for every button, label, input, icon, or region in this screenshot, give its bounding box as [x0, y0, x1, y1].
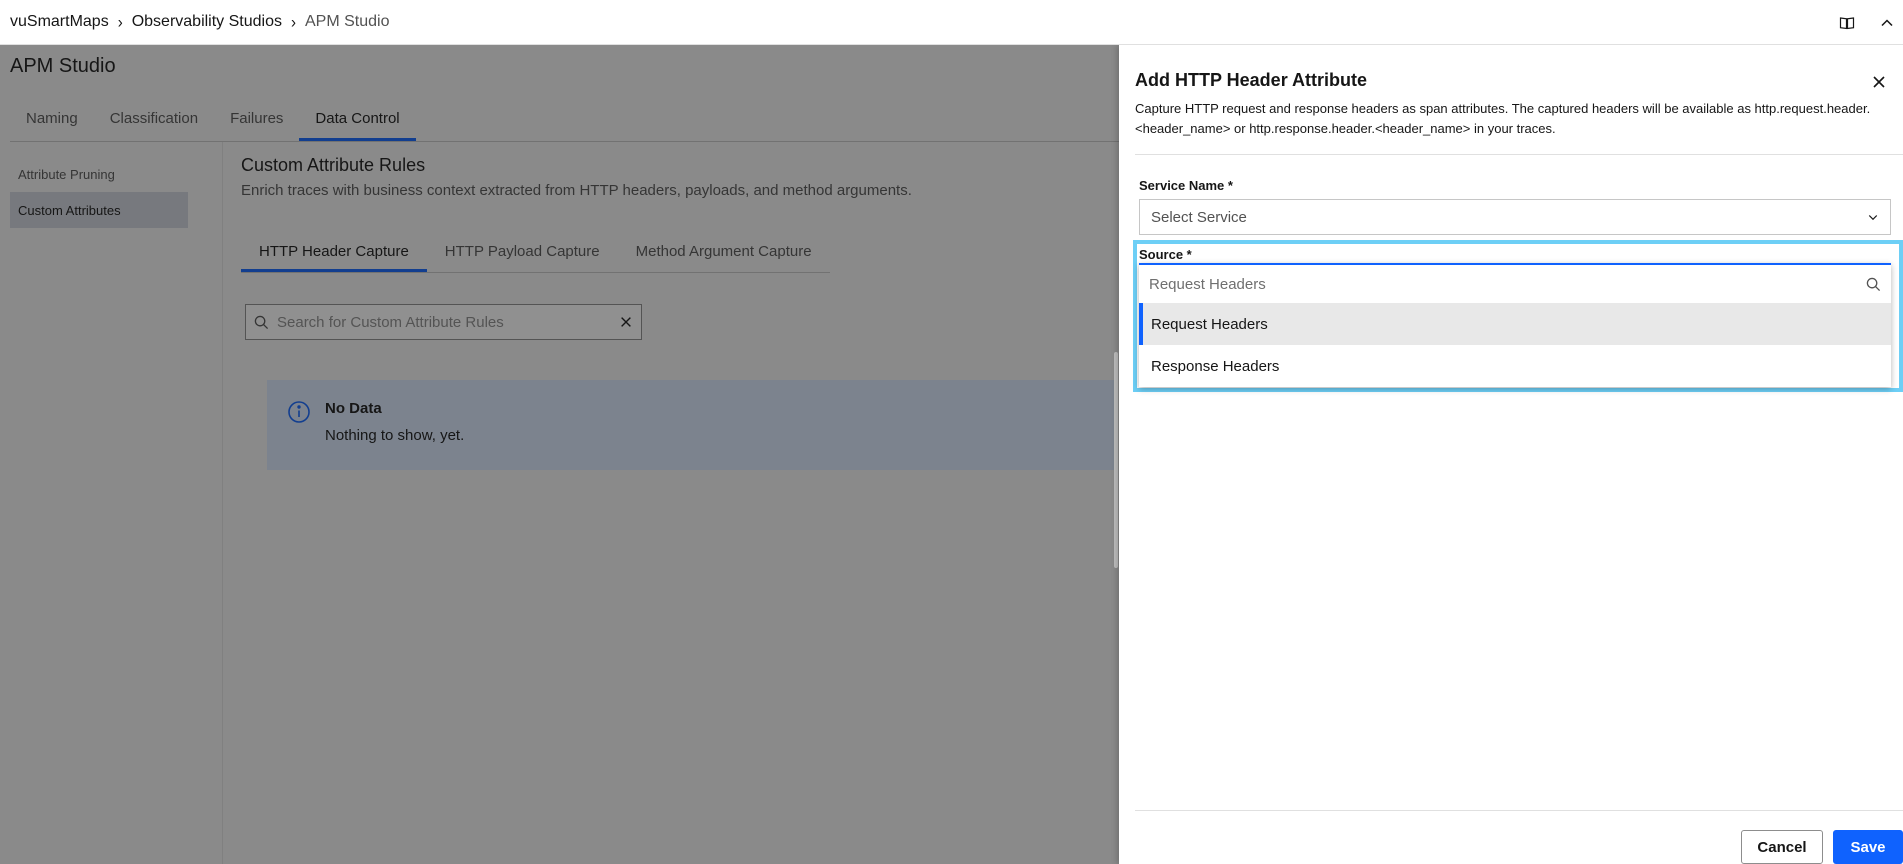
chevron-right-icon: ›	[117, 12, 123, 32]
service-name-value: Select Service	[1151, 208, 1247, 226]
top-bar: vuSmartMaps › Observability Studios › AP…	[0, 0, 1903, 45]
close-icon[interactable]	[1867, 70, 1891, 94]
footer-divider	[1135, 810, 1903, 811]
cancel-button[interactable]: Cancel	[1741, 830, 1823, 864]
divider	[1135, 154, 1903, 155]
option-request-headers[interactable]: Request Headers	[1139, 303, 1891, 345]
add-http-header-drawer: Add HTTP Header Attribute Capture HTTP r…	[1119, 45, 1903, 864]
book-icon[interactable]	[1831, 7, 1863, 39]
breadcrumb-observability-studios[interactable]: Observability Studios	[132, 13, 282, 31]
chevron-down-icon	[1868, 215, 1878, 221]
service-name-select[interactable]: Select Service	[1139, 199, 1891, 235]
source-combobox: Request Headers Response Headers	[1139, 263, 1891, 387]
source-combobox-input[interactable]	[1139, 265, 1891, 303]
drawer-description: Capture HTTP request and response header…	[1135, 101, 1871, 136]
chevron-up-icon[interactable]	[1871, 7, 1903, 39]
source-label: Source *	[1139, 247, 1192, 262]
drawer-title: Add HTTP Header Attribute	[1135, 70, 1368, 90]
chevron-right-icon: ›	[291, 12, 296, 32]
breadcrumb-apm-studio: APM Studio	[305, 13, 390, 30]
save-button[interactable]: Save	[1833, 830, 1903, 864]
breadcrumb-vusmartmaps[interactable]: vuSmartMaps	[10, 13, 109, 31]
drawer-resize-handle[interactable]	[1114, 352, 1118, 568]
service-name-label: Service Name *	[1139, 178, 1233, 193]
search-icon	[1866, 277, 1881, 291]
modal-overlay[interactable]	[0, 45, 1119, 864]
option-response-headers[interactable]: Response Headers	[1139, 345, 1891, 387]
source-input[interactable]	[1149, 275, 1866, 293]
